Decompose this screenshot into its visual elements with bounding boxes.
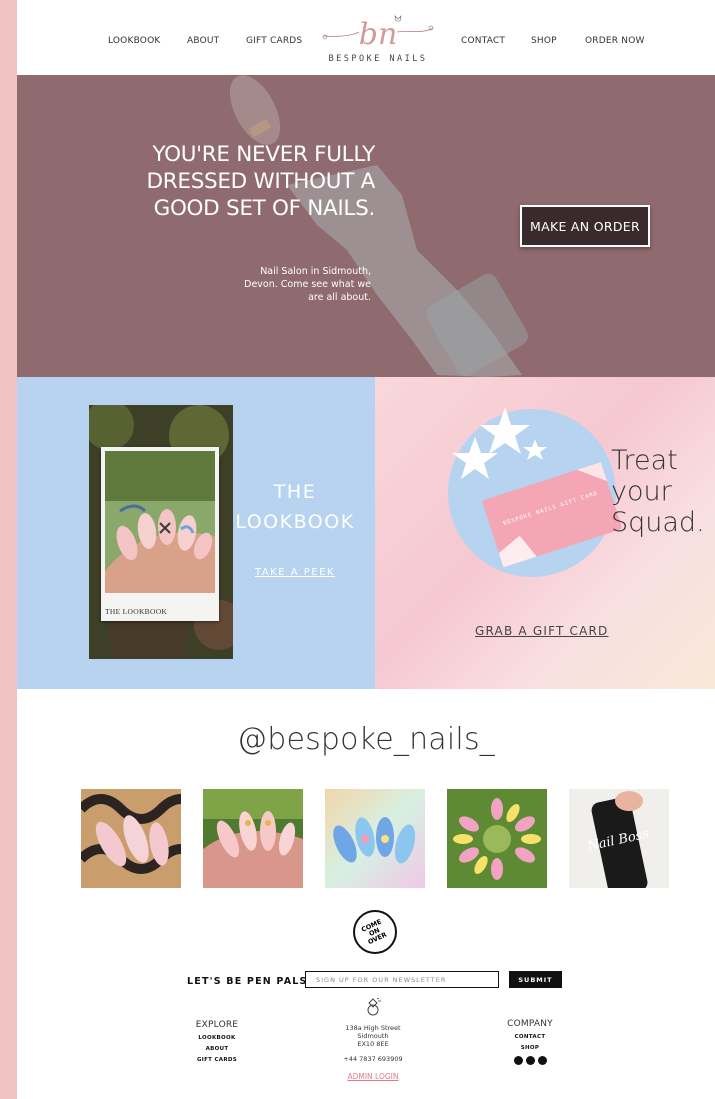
twitter-icon[interactable] bbox=[525, 1056, 535, 1065]
grab-a-gift-card-link[interactable]: GRAB A GIFT CARD bbox=[475, 624, 608, 638]
instagram-photo-2[interactable] bbox=[203, 789, 303, 888]
lookbook-section: THE LOOKBOOK THE LOOKBOOK TAKE A PEEK bbox=[17, 377, 375, 689]
footer-explore: EXPLORE LOOKBOOK ABOUT GIFT CARDS bbox=[184, 1020, 250, 1063]
polaroid-caption: THE LOOKBOOK bbox=[105, 607, 168, 616]
nav-shop[interactable]: SHOP bbox=[531, 36, 557, 46]
header: LOOKBOOK ABOUT GIFT CARDS CONTACT SHOP O… bbox=[17, 0, 715, 75]
take-a-peek-link[interactable]: TAKE A PEEK bbox=[235, 567, 355, 578]
nail-photo-4-image bbox=[447, 789, 547, 888]
logo-monogram-icon: bn bbox=[322, 15, 434, 52]
instagram-photo-3[interactable] bbox=[325, 789, 425, 888]
come-on-over-badge: COME ON OVER bbox=[353, 910, 397, 954]
nail-photo-3-image bbox=[325, 789, 425, 888]
nav-lookbook[interactable]: LOOKBOOK bbox=[108, 36, 160, 46]
make-an-order-button[interactable]: MAKE AN ORDER bbox=[520, 205, 650, 247]
footer-link-about[interactable]: ABOUT bbox=[184, 1046, 250, 1052]
address-line-1: 138a High Street bbox=[345, 1024, 401, 1032]
instagram-handle[interactable]: @bespoke_nails_ bbox=[17, 722, 715, 757]
nail-photo-1-image bbox=[81, 789, 181, 888]
logo-text: BESPOKE NAILS bbox=[328, 54, 428, 64]
nav-contact[interactable]: CONTACT bbox=[461, 36, 505, 46]
address-line-3: EX10 8EE bbox=[357, 1040, 389, 1048]
nav-about[interactable]: ABOUT bbox=[187, 36, 219, 46]
lookbook-photo[interactable]: THE LOOKBOOK bbox=[89, 405, 233, 659]
footer-link-contact[interactable]: CONTACT bbox=[497, 1034, 563, 1040]
instagram-photo-1[interactable] bbox=[81, 789, 181, 888]
page: LOOKBOOK ABOUT GIFT CARDS CONTACT SHOP O… bbox=[17, 0, 715, 1099]
gift-card-section: BESPOKE NAILS GIFT CARD Treat your Squad… bbox=[375, 377, 715, 689]
address-line-2: Sidmouth bbox=[357, 1032, 389, 1040]
explore-heading: EXPLORE bbox=[195, 1020, 239, 1030]
phone-number[interactable]: +44 7837 693909 bbox=[323, 1055, 423, 1063]
newsletter-label: LET'S BE PEN PALS bbox=[187, 976, 308, 987]
hero-title: YOU'RE NEVER FULLY DRESSED WITHOUT A GOO… bbox=[146, 142, 376, 221]
instagram-icon[interactable] bbox=[513, 1056, 523, 1065]
nail-photo-2-image bbox=[203, 789, 303, 888]
footer-link-shop[interactable]: SHOP bbox=[497, 1045, 563, 1051]
treat-your-squad-heading: Treat your Squad. bbox=[611, 445, 705, 538]
diamond-ring-icon bbox=[367, 998, 381, 1016]
newsletter-email-input[interactable] bbox=[305, 971, 499, 988]
newsletter-submit-button[interactable]: SUBMIT bbox=[509, 971, 562, 988]
instagram-photo-5[interactable]: Nail Boss bbox=[569, 789, 669, 888]
footer-link-gift-cards[interactable]: GIFT CARDS bbox=[184, 1057, 250, 1063]
nail-art-image bbox=[105, 451, 215, 593]
facebook-icon[interactable] bbox=[537, 1056, 547, 1065]
nav-gift-cards[interactable]: GIFT CARDS bbox=[246, 36, 302, 46]
logo[interactable]: bn BESPOKE NAILS bbox=[319, 10, 437, 70]
company-heading: COMPANY bbox=[507, 1019, 553, 1029]
instagram-photo-4[interactable] bbox=[447, 789, 547, 888]
footer-contact-info: 138a High Street Sidmouth EX10 8EE +44 7… bbox=[323, 998, 423, 1081]
polaroid-frame: THE LOOKBOOK bbox=[101, 447, 219, 621]
footer-link-lookbook[interactable]: LOOKBOOK bbox=[184, 1035, 250, 1041]
nail-boss-bottle-image: Nail Boss bbox=[569, 789, 669, 888]
footer-company: COMPANY CONTACT SHOP bbox=[497, 1019, 563, 1065]
logo-monogram-text: bn bbox=[359, 17, 398, 52]
hero-subtitle: Nail Salon in Sidmouth, Devon. Come see … bbox=[244, 266, 371, 303]
admin-login-link[interactable]: ADMIN LOGIN bbox=[323, 1072, 423, 1081]
nav-order-now[interactable]: ORDER NOW bbox=[585, 36, 645, 46]
social-icons bbox=[497, 1056, 563, 1065]
hero-banner: YOU'RE NEVER FULLY DRESSED WITHOUT A GOO… bbox=[17, 75, 715, 377]
badge-text: COME ON OVER bbox=[360, 917, 389, 946]
lookbook-title: THE LOOKBOOK bbox=[235, 481, 355, 533]
